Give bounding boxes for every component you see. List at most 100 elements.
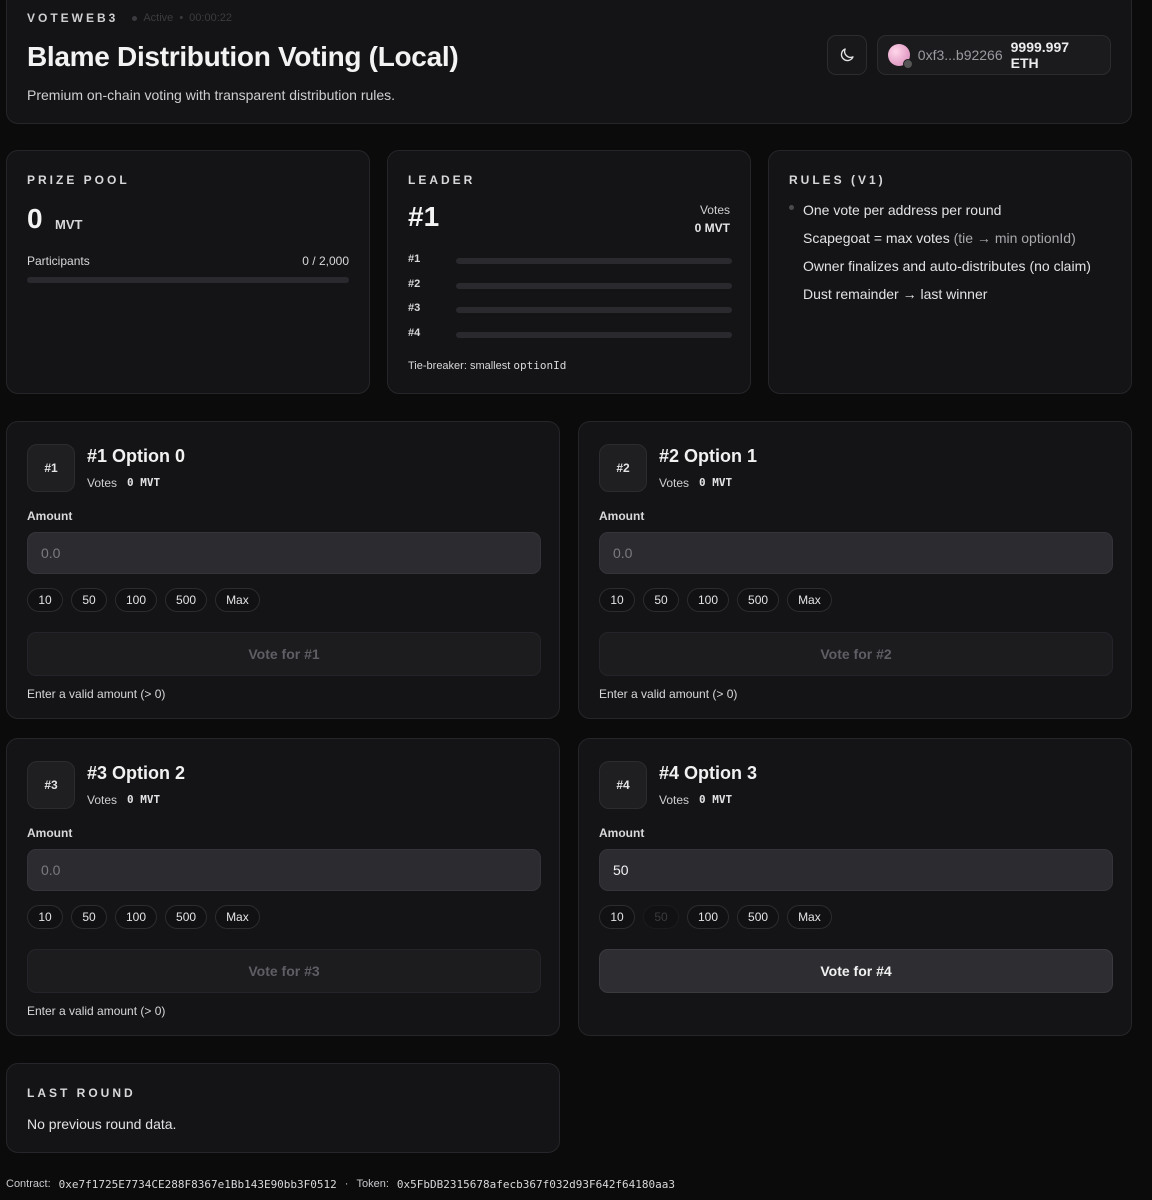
page-title: Blame Distribution Voting (Local) (27, 41, 459, 72)
vote-button[interactable]: Vote for #3 (27, 949, 541, 993)
option-votes: Votes 0 MVT (659, 793, 732, 807)
contract-label: Contract: (6, 1178, 51, 1190)
last-round-label: LAST ROUND (27, 1086, 136, 1100)
status-separator: • (179, 12, 184, 24)
tiebreaker-note: Tie-breaker: smallest optionId (408, 359, 566, 372)
rules-card: RULES (V1) One vote per address per roun… (768, 150, 1132, 394)
wallet-button[interactable]: 0xf3...b92266 9999.997 ETH (877, 35, 1111, 75)
leader-row: #3 (408, 302, 732, 318)
leader-row: #2 (408, 278, 732, 294)
option-badge: #1 (27, 444, 75, 492)
amount-presets: 10 50 100 500 Max (599, 905, 832, 929)
preset-max-button[interactable]: Max (215, 905, 260, 929)
preset-500-button[interactable]: 500 (737, 905, 780, 929)
vote-button[interactable]: Vote for #4 (599, 949, 1113, 993)
preset-max-button[interactable]: Max (787, 588, 832, 612)
rules-label: RULES (V1) (789, 173, 886, 187)
amount-label: Amount (27, 509, 73, 523)
wallet-address: 0xf3...b92266 (917, 47, 1003, 63)
status-dot-icon (132, 15, 138, 21)
amount-label: Amount (27, 826, 73, 840)
preset-100-button[interactable]: 100 (115, 905, 158, 929)
option-badge: #4 (599, 761, 647, 809)
leader-row-bar (456, 332, 732, 338)
preset-50-button[interactable]: 50 (643, 588, 679, 612)
rule-item: Owner finalizes and auto-distributes (no… (789, 257, 1091, 285)
preset-50-button[interactable]: 50 (71, 905, 107, 929)
prize-pool-label: PRIZE POOL (27, 173, 130, 187)
footer-addresses: Contract: 0xe7f1725E7734CE288F8367e1Bb14… (6, 1178, 675, 1191)
leader-card: LEADER #1 Votes 0 MVT #1 #2 #3 #4 Tie-br… (387, 150, 751, 394)
contract-address: 0xe7f1725E7734CE288F8367e1Bb143E90bb3F05… (58, 1178, 337, 1191)
option-card: #1 #1 Option 0 Votes 0 MVT Amount 10 50 1… (6, 421, 560, 719)
preset-10-button[interactable]: 10 (599, 905, 635, 929)
validation-hint: Enter a valid amount (> 0) (27, 687, 166, 701)
leader-row: #4 (408, 327, 732, 343)
option-badge: #2 (599, 444, 647, 492)
vote-button[interactable]: Vote for #2 (599, 632, 1113, 676)
moon-icon (840, 48, 854, 62)
preset-500-button[interactable]: 500 (165, 588, 208, 612)
amount-presets: 10 50 100 500 Max (599, 588, 832, 612)
preset-max-button[interactable]: Max (215, 588, 260, 612)
option-card: #2 #2 Option 1 Votes 0 MVT Amount 10 50 1… (578, 421, 1132, 719)
bullet-icon (789, 205, 794, 210)
amount-input[interactable] (599, 849, 1113, 891)
preset-100-button[interactable]: 100 (687, 905, 730, 929)
page-subtitle: Premium on-chain voting with transparent… (27, 87, 396, 103)
round-timer: 00:00:22 (189, 12, 232, 24)
preset-100-button[interactable]: 100 (687, 588, 730, 612)
option-title: #4 Option 3 (659, 763, 758, 783)
leader-row-bar (456, 258, 732, 264)
preset-max-button[interactable]: Max (787, 905, 832, 929)
brand-row: VOTEWEB3 Active • 00:00:22 (27, 11, 232, 25)
network-badge-icon (902, 59, 913, 69)
amount-input[interactable] (27, 849, 541, 891)
footer-separator: · (344, 1178, 349, 1190)
amount-input[interactable] (27, 532, 541, 574)
leader-row-label: #1 (408, 253, 421, 265)
tiebreaker-code: optionId (513, 359, 567, 372)
leader-votes-value: 0 MVT (694, 221, 730, 235)
rule-item: One vote per address per round (789, 201, 1091, 229)
amount-label: Amount (599, 826, 645, 840)
option-votes: Votes 0 MVT (659, 476, 732, 490)
brand-name: VOTEWEB3 (27, 11, 119, 25)
last-round-text: No previous round data. (27, 1116, 177, 1132)
option-votes-value: 0 MVT (127, 793, 161, 806)
preset-500-button[interactable]: 500 (165, 905, 208, 929)
leader-row-label: #3 (408, 302, 421, 314)
preset-50-button[interactable]: 50 (643, 905, 679, 929)
option-title: #2 Option 1 (659, 446, 758, 466)
vote-button[interactable]: Vote for #1 (27, 632, 541, 676)
amount-input[interactable] (599, 532, 1113, 574)
option-votes: Votes 0 MVT (87, 476, 160, 490)
preset-10-button[interactable]: 10 (599, 588, 635, 612)
prize-pool-card: PRIZE POOL 0 MVT Participants 0 / 2,000 (6, 150, 370, 394)
leader-row: #1 (408, 253, 732, 269)
rule-text: Owner finalizes and auto-distributes (no… (803, 258, 1091, 274)
validation-hint: Enter a valid amount (> 0) (599, 687, 738, 701)
leader-row-bar (456, 307, 732, 313)
preset-50-button[interactable]: 50 (71, 588, 107, 612)
prize-pool-unit: MVT (55, 217, 83, 232)
option-votes: Votes 0 MVT (87, 793, 160, 807)
option-votes-label: Votes (87, 476, 118, 490)
last-round-card: LAST ROUND No previous round data. (6, 1063, 560, 1153)
tiebreaker-text: Tie-breaker: smallest (408, 360, 514, 372)
amount-presets: 10 50 100 500 Max (27, 905, 260, 929)
wallet-balance: 9999.997 ETH (1010, 39, 1070, 71)
participants-progress-bar (27, 277, 349, 283)
amount-label: Amount (599, 509, 645, 523)
prize-pool-amount: 0 (27, 203, 43, 234)
leader-rank: #1 (408, 201, 440, 232)
theme-toggle-button[interactable] (827, 35, 867, 75)
preset-10-button[interactable]: 10 (27, 588, 63, 612)
preset-10-button[interactable]: 10 (27, 905, 63, 929)
status-indicator: Active • 00:00:22 (132, 12, 232, 24)
option-votes-value: 0 MVT (127, 476, 161, 489)
preset-500-button[interactable]: 500 (737, 588, 780, 612)
app-header: VOTEWEB3 Active • 00:00:22 Blame Distrib… (6, 0, 1132, 124)
preset-100-button[interactable]: 100 (115, 588, 158, 612)
option-title: #3 Option 2 (87, 763, 186, 783)
